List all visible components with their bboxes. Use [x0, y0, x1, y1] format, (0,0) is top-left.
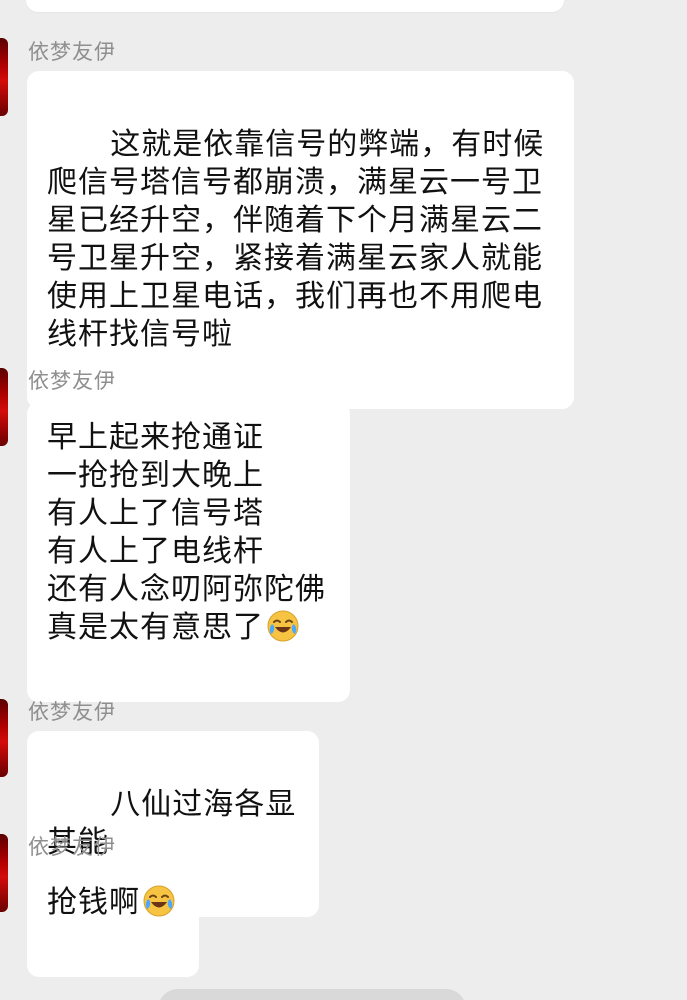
message-bubble[interactable]: 抢钱啊: [27, 867, 199, 977]
chat-screen: 依梦友伊 这就是依靠信号的弊端，有时候爬信号塔信号都崩溃，满星云一号卫星已经升空…: [0, 0, 687, 1000]
message-text: 抢钱啊: [47, 885, 140, 920]
message-text: 这就是依靠信号的弊端，有时候爬信号塔信号都崩溃，满星云一号卫星已经升空，伴随着下…: [47, 127, 545, 352]
sender-avatar[interactable]: [0, 699, 8, 777]
sender-name: 依梦友伊: [28, 40, 116, 64]
bottom-notification-pill[interactable]: [158, 989, 466, 1000]
laughing-crying-emoji-icon: [267, 610, 299, 642]
sender-avatar[interactable]: [0, 834, 8, 912]
sender-name: 依梦友伊: [28, 369, 116, 393]
sender-name: 依梦友伊: [28, 835, 116, 859]
message-bubble[interactable]: 早上起来抢通证 一抢抢到大晚上 有人上了信号塔 有人上了电线杆 还有人念叨阿弥陀…: [27, 402, 350, 702]
laughing-crying-emoji-icon: [143, 885, 175, 917]
message-bubble[interactable]: 这就是依靠信号的弊端，有时候爬信号塔信号都崩溃，满星云一号卫星已经升空，伴随着下…: [27, 71, 574, 409]
sender-name: 依梦友伊: [28, 700, 116, 724]
sender-avatar[interactable]: [0, 38, 8, 116]
previous-message-bubble[interactable]: [26, 0, 564, 12]
sender-avatar[interactable]: [0, 368, 8, 446]
